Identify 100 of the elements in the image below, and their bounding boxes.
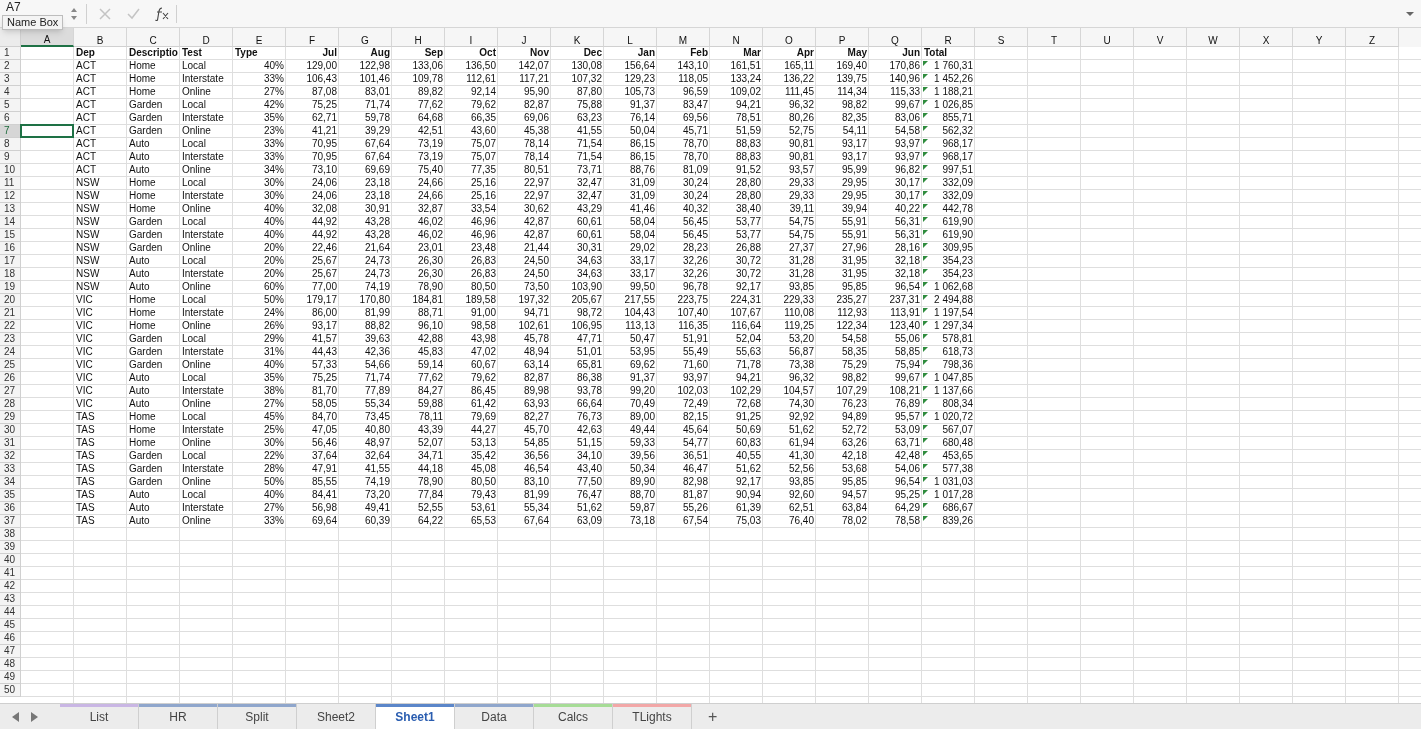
column-header[interactable]: C xyxy=(127,28,180,47)
row-number[interactable]: 30 xyxy=(0,424,21,437)
column-header[interactable]: P xyxy=(816,28,869,47)
row-number[interactable]: 36 xyxy=(0,502,21,515)
column-header[interactable]: Y xyxy=(1293,28,1346,47)
add-sheet-button[interactable]: + xyxy=(702,704,724,729)
name-box[interactable]: A7 xyxy=(0,1,70,14)
row-number[interactable]: 42 xyxy=(0,580,21,593)
row-number[interactable]: 21 xyxy=(0,307,21,320)
column-header[interactable]: F xyxy=(286,28,339,47)
table-cell-text: 95,85 xyxy=(840,476,868,489)
row-number[interactable]: 29 xyxy=(0,411,21,424)
table-cell-text: 50% xyxy=(263,476,285,489)
sheet-tab[interactable]: Sheet1 xyxy=(376,704,455,729)
row-number[interactable]: 33 xyxy=(0,463,21,476)
row-number[interactable]: 19 xyxy=(0,281,21,294)
table-cell-text: 680,48 xyxy=(941,437,974,449)
row-number[interactable]: 23 xyxy=(0,333,21,346)
row-number[interactable]: 18 xyxy=(0,268,21,281)
row-number[interactable]: 22 xyxy=(0,320,21,333)
column-header[interactable]: T xyxy=(1028,28,1081,47)
row-number[interactable]: 3 xyxy=(0,73,21,86)
row-number[interactable]: 40 xyxy=(0,554,21,567)
row-number[interactable]: 35 xyxy=(0,489,21,502)
table-cell-text: 98,82 xyxy=(840,372,868,385)
column-header[interactable]: V xyxy=(1134,28,1187,47)
row-number[interactable]: 45 xyxy=(0,619,21,632)
row-number[interactable]: 26 xyxy=(0,372,21,385)
row-number[interactable]: 49 xyxy=(0,671,21,684)
function-icon[interactable] xyxy=(154,6,170,21)
row-number[interactable]: 39 xyxy=(0,541,21,554)
row-number[interactable]: 4 xyxy=(0,86,21,99)
column-header[interactable]: X xyxy=(1240,28,1293,47)
column-header[interactable]: G xyxy=(339,28,392,47)
column-header[interactable]: K xyxy=(551,28,604,47)
row-number[interactable]: 5 xyxy=(0,99,21,112)
row-number[interactable]: 16 xyxy=(0,242,21,255)
row-number[interactable]: 37 xyxy=(0,515,21,528)
row-number[interactable]: 44 xyxy=(0,606,21,619)
row-number[interactable]: 8 xyxy=(0,138,21,151)
stepper-icon[interactable] xyxy=(70,6,78,21)
column-header[interactable]: J xyxy=(498,28,551,47)
row-number[interactable]: 34 xyxy=(0,476,21,489)
column-header[interactable]: D xyxy=(180,28,233,47)
row-number[interactable]: 47 xyxy=(0,645,21,658)
column-header[interactable]: M xyxy=(657,28,710,47)
row-number[interactable]: 38 xyxy=(0,528,21,541)
row-number[interactable]: 9 xyxy=(0,151,21,164)
column-header[interactable]: W xyxy=(1187,28,1240,47)
table-cell-text: 1 020,72 xyxy=(933,411,974,423)
column-header[interactable]: A xyxy=(21,28,74,47)
sheet-tab[interactable]: TLights xyxy=(613,704,692,729)
row-number[interactable]: 14 xyxy=(0,216,21,229)
previous-sheet-icon[interactable] xyxy=(12,711,19,722)
row-number[interactable]: 27 xyxy=(0,385,21,398)
row-number[interactable]: 12 xyxy=(0,190,21,203)
row-number[interactable]: 25 xyxy=(0,359,21,372)
row-number[interactable]: 43 xyxy=(0,593,21,606)
checkmark-icon[interactable] xyxy=(127,7,140,20)
column-header[interactable]: N xyxy=(710,28,763,47)
row-number[interactable]: 50 xyxy=(0,684,21,697)
table-cell-text: 96,59 xyxy=(681,86,709,99)
row-number[interactable]: 6 xyxy=(0,112,21,125)
row-number[interactable]: 32 xyxy=(0,450,21,463)
table-cell-text: 61,42 xyxy=(469,398,497,411)
row-number[interactable]: 11 xyxy=(0,177,21,190)
row-number[interactable]: 17 xyxy=(0,255,21,268)
column-header[interactable]: Z xyxy=(1346,28,1399,47)
table-cell-text: 30,17 xyxy=(893,190,921,203)
column-header[interactable]: O xyxy=(763,28,816,47)
sheet-tab[interactable]: Calcs xyxy=(534,704,613,729)
sheet-tab[interactable]: Data xyxy=(455,704,534,729)
column-header[interactable]: I xyxy=(445,28,498,47)
row-number[interactable]: 13 xyxy=(0,203,21,216)
row-number[interactable]: 24 xyxy=(0,346,21,359)
caret-icon[interactable] xyxy=(1405,9,1415,18)
row-number[interactable]: 15 xyxy=(0,229,21,242)
sheet-tab[interactable]: HR xyxy=(139,704,218,729)
row-number[interactable]: 46 xyxy=(0,632,21,645)
row-number[interactable]: 41 xyxy=(0,567,21,580)
row-number[interactable]: 7 xyxy=(0,125,21,138)
column-header[interactable]: B xyxy=(74,28,127,47)
sheet-tab[interactable]: Split xyxy=(218,704,297,729)
column-header[interactable]: L xyxy=(604,28,657,47)
next-sheet-icon[interactable] xyxy=(31,711,38,722)
row-number[interactable]: 2 xyxy=(0,60,21,73)
column-header[interactable]: S xyxy=(975,28,1028,47)
row-number[interactable]: 31 xyxy=(0,437,21,450)
row-number[interactable]: 1 xyxy=(0,47,21,60)
row-number[interactable]: 10 xyxy=(0,164,21,177)
table-cell-text: 78,70 xyxy=(681,151,709,164)
column-header[interactable]: E xyxy=(233,28,286,47)
row-number[interactable]: 20 xyxy=(0,294,21,307)
column-header[interactable]: Q xyxy=(869,28,922,47)
row-number[interactable]: 28 xyxy=(0,398,21,411)
sheet-tab[interactable]: List xyxy=(60,704,139,729)
column-header[interactable]: U xyxy=(1081,28,1134,47)
column-header[interactable]: H xyxy=(392,28,445,47)
column-header[interactable]: R xyxy=(922,28,975,47)
row-number[interactable]: 48 xyxy=(0,658,21,671)
